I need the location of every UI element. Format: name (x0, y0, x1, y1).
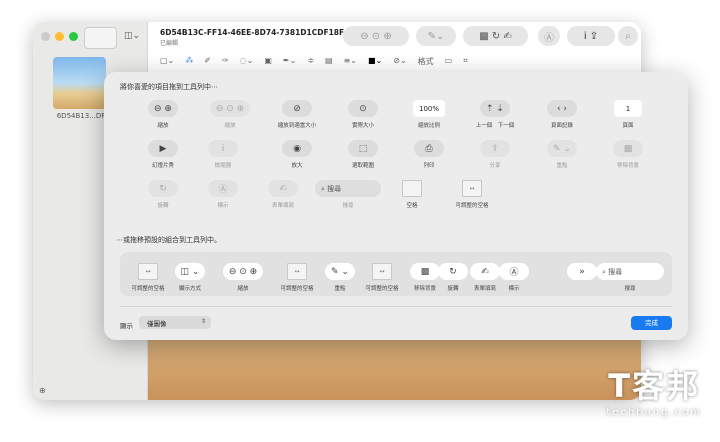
share-label: 分享 (489, 163, 501, 169)
selection-label: 選取範圍 (351, 163, 374, 169)
text-icon[interactable]: ▣ (264, 56, 272, 67)
palette-remove-bg[interactable]: ▩ 移除背景 (588, 140, 668, 169)
markup-label: 標示 (217, 203, 229, 209)
adjust-color-icon[interactable]: ≑ (307, 56, 314, 67)
highlight-label: 重點 (556, 163, 568, 169)
magnifier-icon: ◉ (282, 140, 312, 157)
rotate-icon: ↻ (148, 180, 178, 197)
markup-toolbar: ▢⌄ ⁂ ✐ ✑ ◌⌄ ▣ ✒⌄ ≑ ▤ ≡⌄ ■⌄ ⊘⌄ 格式 ▭ ⌗ (160, 56, 468, 67)
page-icon: 1 (614, 100, 642, 117)
form-fill-label: 表單填寫 (271, 203, 294, 209)
zoom-3-label: 縮放 (224, 123, 236, 129)
search-icon: ⌕ 搜尋 (596, 263, 664, 280)
shapes-icon[interactable]: ◌⌄ (240, 56, 254, 67)
drag-prompt: 將你喜愛的項目拖到工具列中⋯ (120, 83, 218, 91)
inspector-icon: i (208, 140, 238, 157)
history-icon: ‹ › (547, 100, 577, 117)
toolbar-zoom[interactable]: ⊖ ⊙ ⊕ (343, 26, 409, 46)
toolbar-info-share[interactable]: i ⇪ (567, 26, 615, 46)
markup-icon: Ⓐ (499, 263, 529, 280)
slideshow-label: 幻燈片秀 (151, 163, 174, 169)
view-mode-label: 顯示方式 (178, 286, 201, 292)
flex-space-label: 可調整的空格 (455, 203, 489, 209)
done-button[interactable]: 完成 (631, 316, 672, 330)
actual-size-label: 實際大小 (351, 123, 374, 129)
divider (120, 306, 672, 307)
sidebar-toggle-icon[interactable]: ◫⌄ (124, 31, 140, 41)
zoom-3-icon: ⊖ ⊙ ⊕ (209, 100, 251, 117)
sign-icon[interactable]: ✒⌄ (283, 56, 296, 67)
form-fill-icon: ✍ (268, 180, 298, 197)
page-thumbnail[interactable] (53, 57, 106, 109)
show-value: 僅圖像 (147, 320, 167, 328)
zoom-to-fit-label: 縮放到適當大小 (277, 123, 317, 129)
markup-label: 標示 (508, 286, 520, 292)
search-label: 搜尋 (624, 286, 636, 292)
minimize-button[interactable] (55, 32, 64, 41)
show-select[interactable]: 僅圖像 ⇕ (139, 316, 211, 329)
text-style-button[interactable]: 格式 (418, 56, 434, 67)
note-icon[interactable]: ▭ (445, 56, 453, 67)
print-icon: ⎙ (414, 140, 444, 157)
zoom-to-fit-icon: ⊘ (282, 100, 312, 117)
toolbar-highlight[interactable]: ✎⌄ (416, 26, 456, 46)
prev-next-icon: ⇡ ⇣ (480, 100, 510, 117)
zoom-percent-icon: 100% (412, 100, 445, 117)
toolbar-edit-group[interactable]: ▩ ↻ ✍ (463, 26, 528, 46)
view-mode-icon: ◫ ⌄ (174, 263, 206, 280)
default-toolbar-set[interactable]: ↔ 可調整的空格 ◫ ⌄ 顯示方式 ⊖ ⊙ ⊕ 縮放 ↔ 可調整的空格 ✎ ⌄ 重點 ↔ 可調整的空格… (120, 252, 672, 296)
zoom-label: 縮放 (237, 286, 249, 292)
remove-bg-icon: ▩ (613, 140, 643, 157)
document-title: 6D54B13C-FF14-46EE-8D74-7381D1CDF18F... (160, 28, 352, 37)
markup-icon: Ⓐ (208, 180, 238, 197)
border-color-icon[interactable]: ■⌄ (368, 56, 382, 67)
watermark-logo: T客邦 techbang.com (606, 367, 702, 418)
inspector-label: 檢閱器 (214, 163, 232, 169)
document-image (148, 340, 641, 400)
selection-icon: ⬚ (348, 140, 378, 157)
magnifier-label: 放大 (291, 163, 303, 169)
remove-bg-label: 移除背景 (616, 163, 639, 169)
sketch-icon[interactable]: ✐ (204, 56, 211, 67)
zoom-icon: ⊖ ⊕ (148, 100, 178, 117)
actual-size-icon: ⊙ (348, 100, 378, 117)
page-layout-icon[interactable]: ▤ (325, 56, 333, 67)
line-style-icon[interactable]: ≡⌄ (344, 56, 357, 67)
show-label: 顯示 (120, 322, 133, 330)
highlight-icon: ✎ ⌄ (547, 140, 577, 157)
history-label: 頁面記錄 (550, 123, 573, 129)
default-prompt: ⋯或拖移預設的組合到工具列中。 (116, 236, 221, 244)
page-label: 頁面 (622, 123, 634, 129)
space-label: 空格 (406, 203, 418, 209)
toolbar-search[interactable]: ⌕ (618, 26, 638, 46)
close-button[interactable] (41, 32, 50, 41)
space-icon (402, 180, 422, 197)
palette-inspector[interactable]: i 檢閱器 (183, 140, 263, 169)
selection-tool-icon[interactable]: ▢⌄ (160, 56, 174, 67)
zoom-percent-label: 縮放比例 (417, 123, 440, 129)
rotate-label: 旋轉 (157, 203, 169, 209)
zoom-window-button[interactable] (69, 32, 78, 41)
palette-page[interactable]: 1 頁面 (588, 100, 668, 129)
flex-space-icon: ↔ (462, 180, 482, 197)
fill-color-icon[interactable]: ⊘⌄ (393, 56, 406, 67)
add-icon[interactable]: ⊕ (39, 386, 46, 395)
thumbnail-placeholder (84, 27, 117, 49)
thumbnail-label: 6D54B13...DF (56, 112, 106, 120)
instant-alpha-icon[interactable]: ⁂ (185, 56, 193, 67)
prev-next-label: 上一個 下一個 (475, 123, 515, 129)
zoom-label: 縮放 (157, 123, 169, 129)
slideshow-icon: ▶ (148, 140, 178, 157)
draw-icon[interactable]: ✑ (222, 56, 229, 67)
print-label: 列印 (423, 163, 435, 169)
default-search[interactable]: ⌕ 搜尋搜尋 (590, 263, 670, 292)
customize-toolbar-sheet: 將你喜愛的項目拖到工具列中⋯ ⊖ ⊕ 縮放 ⊖ ⊙ ⊕ 縮放 ⊘ 縮放到適當大小 ⊙ 實際大小… (104, 72, 688, 340)
palette-flex-space[interactable]: ↔ 可調整的空格 (432, 180, 512, 209)
crop-icon[interactable]: ⌗ (463, 56, 468, 67)
document-subtitle: 已編輯 (160, 40, 179, 47)
share-icon: ⇪ (480, 140, 510, 157)
updown-chevron-icon: ⇕ (200, 318, 206, 325)
search-label: 搜尋 (342, 203, 354, 209)
toolbar-markup[interactable]: Ⓐ (538, 26, 560, 46)
